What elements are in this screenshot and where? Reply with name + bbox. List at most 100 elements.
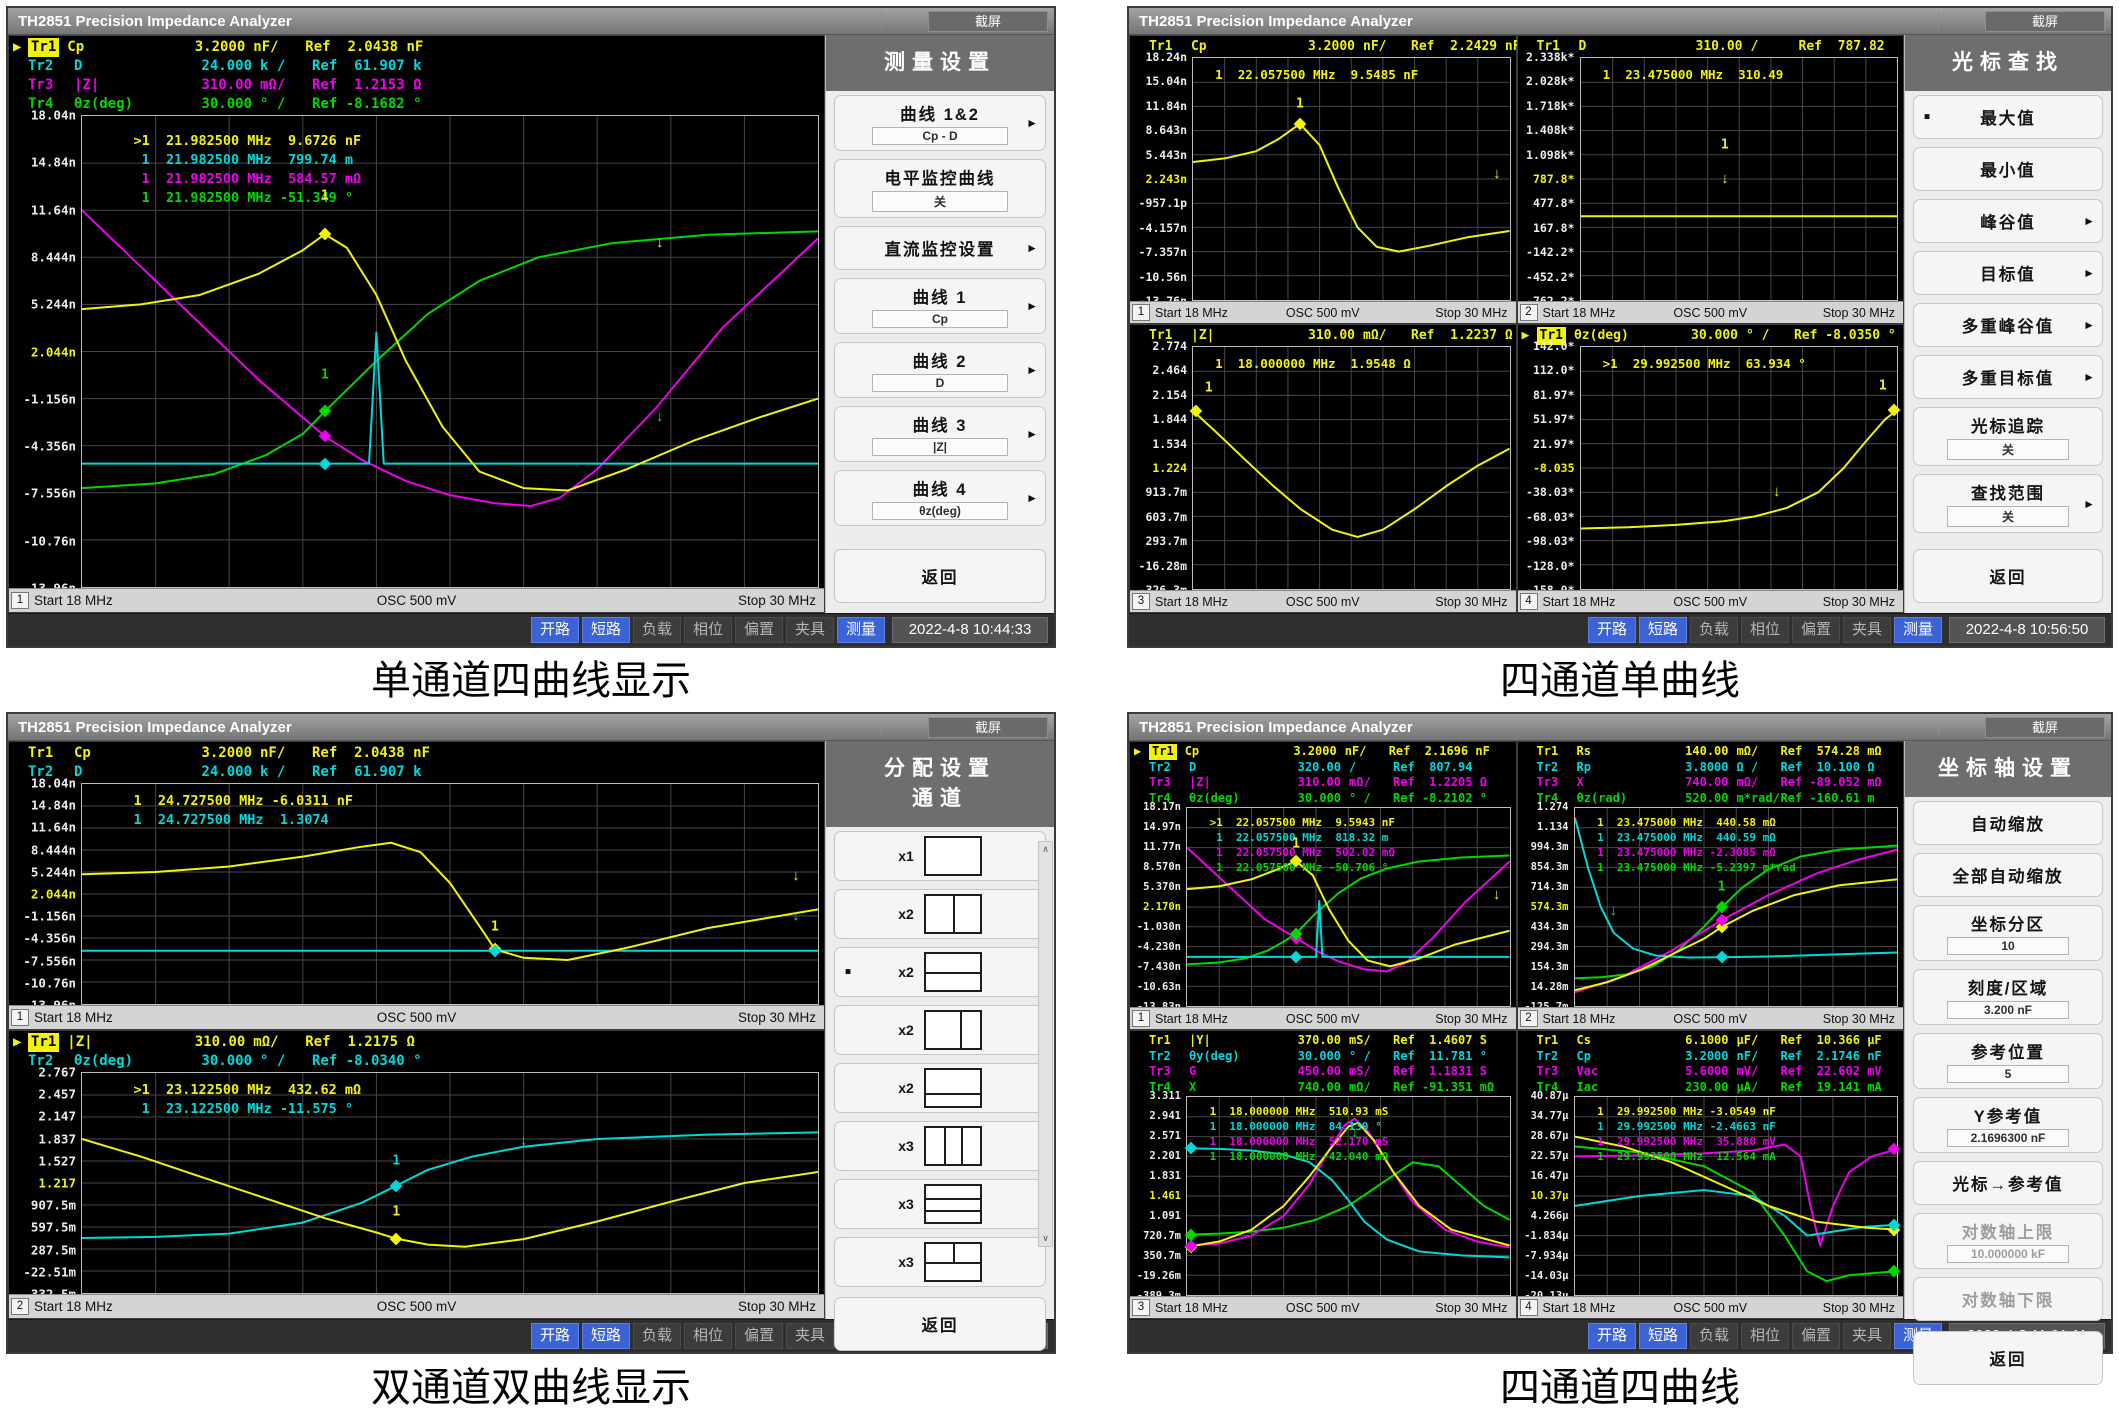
menu-item-6[interactable]: x3 [834,1121,1046,1171]
status-button-1[interactable]: 开路 [1588,1323,1636,1349]
menu-item-7[interactable]: 光标→参考值 [1913,1161,2103,1205]
trace-scale: 140.00 [1663,744,1737,760]
menu-item-6[interactable]: Y参考值2.1696300 nF [1913,1097,2103,1153]
menu-item-1[interactable]: 曲线 1&2Cp - D► [834,95,1046,151]
trace-info-row: ▶Tr1Cp3.2000nF/Ref 2.0438 nF [13,38,820,57]
status-button-2[interactable]: 短路 [1639,1323,1687,1349]
menu-item-9: 对数轴下限 [1913,1277,2103,1321]
menu-item-2[interactable]: 最小值 [1913,147,2103,191]
y-axis-label: 2.154 [1152,388,1187,402]
menu-item-6[interactable]: 曲线 3|Z|► [834,406,1046,462]
menu-item-5[interactable]: 参考位置5 [1913,1033,2103,1089]
status-button-4[interactable]: 相位 [1741,1323,1789,1349]
y-axis-label: 1.527 [38,1153,76,1168]
osc-level-label: OSC 500 mV [1286,595,1360,609]
status-button-5[interactable]: 偏置 [1792,617,1840,643]
menu-item-2[interactable]: 电平监控曲线关 [834,159,1046,218]
status-button-2[interactable]: 短路 [1639,617,1687,643]
status-button-3[interactable]: 负载 [633,1323,681,1349]
trace-id: Tr3 [1149,1064,1189,1080]
marker-number-label: 1 [1718,880,1726,895]
menu-item-5[interactable]: 多重峰谷值► [1913,303,2103,347]
scroll-up-icon[interactable]: ∧ [1042,844,1049,855]
plot-area[interactable]: >1 22.057500 MHz 9.5943 nF 1 22.057500 M… [1186,807,1511,1007]
menu-item-1[interactable]: 自动缩放 [1913,801,2103,845]
menu-item-4[interactable]: x2 [834,1005,1046,1055]
status-button-5[interactable]: 偏置 [1792,1323,1840,1349]
menu-item-3[interactable]: 直流监控设置► [834,226,1046,270]
menu-scrollbar[interactable]: ∧∨ [1038,841,1053,1247]
screenshot-button[interactable]: 截屏 [1985,717,2105,738]
plot-area[interactable]: 1 23.475000 MHz 440.58 mΩ1 23.475000 MHz… [1574,807,1899,1007]
menu-item-2[interactable]: x2 [834,889,1046,939]
menu-item-5[interactable]: 曲线 2D► [834,342,1046,398]
status-button-7[interactable]: 测量 [837,617,885,643]
status-button-1[interactable]: 开路 [531,1323,579,1349]
menu-item-3[interactable]: 峰谷值► [1913,199,2103,243]
status-button-6[interactable]: 夹具 [1843,617,1891,643]
trace-id: Tr2 [1149,1049,1189,1065]
menu-item-label: 多重目标值 [1914,365,2102,389]
menu-item-1[interactable]: ■最大值 [1913,95,2103,139]
screenshot-button[interactable]: 截屏 [928,11,1048,32]
menu-item-8[interactable]: x3 [834,1237,1046,1287]
status-button-2[interactable]: 短路 [582,1323,630,1349]
trace-info-row: ▶Tr1|Z|310.00mΩ/Ref 1.2175 Ω [13,1033,820,1052]
status-button-2[interactable]: 短路 [582,617,630,643]
scroll-down-icon[interactable]: ∨ [1042,1233,1049,1244]
layout-l3mix-icon [924,1242,982,1282]
menu-item-3[interactable]: ■x2 [834,947,1046,997]
screenshot-button[interactable]: 截屏 [928,717,1048,738]
marker-arrow-icon: ↓ [792,911,800,921]
menu-item-4[interactable]: 曲线 1Cp► [834,278,1046,334]
status-button-3[interactable]: 负载 [1690,1323,1738,1349]
plot-area[interactable]: 1 24.727500 MHz -6.0311 nF1 24.727500 MH… [81,783,819,1005]
menu-item-8[interactable]: 查找范围关► [1913,474,2103,533]
menu-item-7[interactable]: 光标追踪关 [1913,407,2103,466]
trace-ref: Ref 19.141 mA [1781,1080,1900,1096]
back-button[interactable]: 返回 [1913,549,2103,603]
back-button[interactable]: 返回 [834,549,1046,603]
y-axis-label: 1.408k* [1526,123,1574,137]
status-button-6[interactable]: 夹具 [786,1323,834,1349]
menu-item-2[interactable]: 全部自动缩放 [1913,853,2103,897]
menu-item-value: 2.1696300 nF [1947,1129,2069,1147]
y-axis-label: -8.035 [1533,461,1575,475]
plot-area[interactable]: >1 23.122500 MHz 432.62 mΩ 1 23.122500 M… [81,1072,819,1294]
menu-item-4[interactable]: 目标值► [1913,251,2103,295]
plot-area[interactable]: 1 23.475000 MHz 310.49↓1 [1580,57,1899,301]
marker-readout-row: 1 22.057500 MHz 9.5485 nF [1215,66,1418,83]
screenshot-button[interactable]: 截屏 [1985,11,2105,32]
menu-item-4[interactable]: 刻度/区域3.200 nF [1913,969,2103,1025]
status-button-5[interactable]: 偏置 [735,617,783,643]
y-axis-label: -22.51m [23,1264,76,1279]
plot-area[interactable]: 1 18.000000 MHz 510.93 mS1 18.000000 MHz… [1186,1096,1511,1296]
menu-item-7[interactable]: 曲线 4θz(deg)► [834,470,1046,526]
status-button-1[interactable]: 开路 [1588,617,1636,643]
status-button-4[interactable]: 相位 [684,617,732,643]
plot-area[interactable]: 1 29.992500 MHz -3.0549 nF1 29.992500 MH… [1574,1096,1899,1296]
menu-item-6[interactable]: 多重目标值► [1913,355,2103,399]
trace-header: ▶Tr1θz(deg)30.000° /Ref -8.0350 ° [1518,325,1904,346]
status-button-5[interactable]: 偏置 [735,1323,783,1349]
plot-area[interactable]: >1 21.982500 MHz 9.6726 nF 1 21.982500 M… [81,115,819,588]
status-button-6[interactable]: 夹具 [1843,1323,1891,1349]
status-button-4[interactable]: 相位 [1741,617,1789,643]
status-button-7[interactable]: 测量 [1894,617,1942,643]
status-button-3[interactable]: 负载 [633,617,681,643]
menu-item-1[interactable]: x1 [834,831,1046,881]
menu-item-7[interactable]: x3 [834,1179,1046,1229]
status-button-4[interactable]: 相位 [684,1323,732,1349]
trace-info-row: Tr3|Z|310.00mΩ/Ref 1.2205 Ω [1134,775,1512,791]
plot-area[interactable]: >1 29.992500 MHz 63.934 °1↓ [1580,346,1899,590]
plot-area[interactable]: 1 18.000000 MHz 1.9548 Ω1 [1192,346,1511,590]
status-button-3[interactable]: 负载 [1690,617,1738,643]
status-button-1[interactable]: 开路 [531,617,579,643]
plot-area[interactable]: 1 22.057500 MHz 9.5485 nF1↓ [1192,57,1511,301]
menu-item-5[interactable]: x2 [834,1063,1046,1113]
trace-id: Tr3 [1537,1064,1577,1080]
status-button-6[interactable]: 夹具 [786,617,834,643]
menu-item-3[interactable]: 坐标分区10 [1913,905,2103,961]
trace-info-row: Tr4θz(deg)30.000° /Ref -8.2102 ° [1134,791,1512,807]
back-button[interactable]: 返回 [834,1297,1046,1351]
